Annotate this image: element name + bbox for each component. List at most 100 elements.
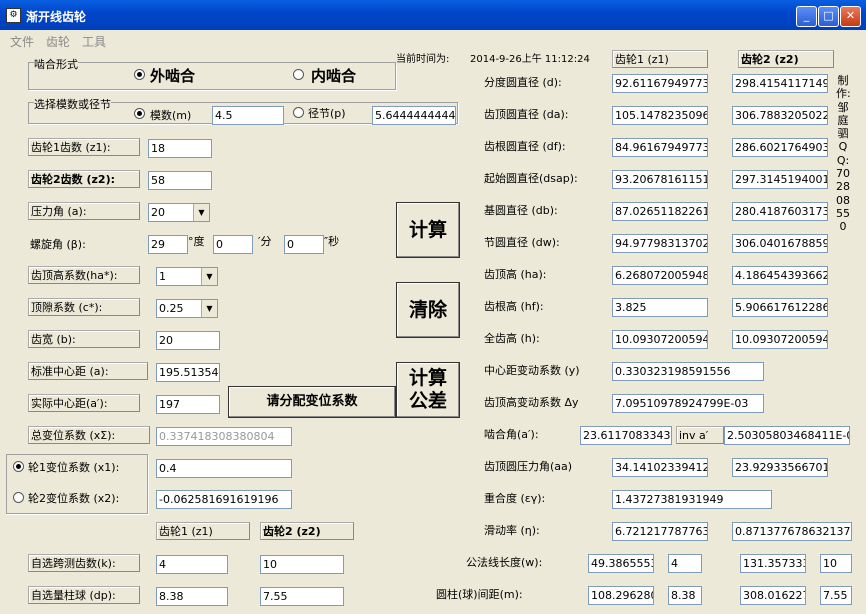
window-title: 渐开线齿轮	[26, 10, 87, 24]
menu-bar: 文件 齿轮 工具	[0, 30, 866, 50]
inv-label: inv a′	[676, 426, 724, 444]
start-dia-g1: 93.206781611517	[612, 170, 708, 189]
chevron-down-icon[interactable]: ▼	[201, 300, 217, 317]
x1-radio[interactable]	[13, 461, 24, 472]
x2-radio[interactable]	[13, 492, 24, 503]
diametral-pitch-input[interactable]: 5.6444444444	[372, 106, 456, 125]
helix-degree-input[interactable]: 29	[148, 235, 188, 254]
tip-pressure-g1: 34.141023394129	[612, 458, 708, 477]
outer-mesh-radio[interactable]	[134, 69, 145, 80]
base-tangent-k1: 4	[668, 554, 702, 573]
pressure-angle-label: 压力角 (a):	[28, 202, 140, 220]
module-input[interactable]: 4.5	[212, 106, 284, 125]
working-angle-label: 啮合角(a′):	[484, 426, 539, 442]
z1-input[interactable]: 18	[148, 139, 212, 158]
inner-mesh-radio[interactable]	[293, 69, 304, 80]
z2-label: 齿轮2齿数 (z2):	[28, 170, 140, 188]
base-tangent-g2: 131.357333	[740, 554, 806, 573]
ball-dia-g1[interactable]: 8.38	[156, 587, 228, 606]
base-tangent-label: 公法线长度(w):	[466, 554, 543, 570]
over-pin-dp1: 8.38	[668, 586, 702, 605]
diametral-pitch-radio[interactable]	[293, 107, 304, 118]
clearance-coef-select[interactable]: 0.25 ▼	[156, 299, 218, 318]
close-button[interactable]: ✕	[840, 6, 861, 27]
tip-dia-label: 齿顶圆直径 (da):	[484, 106, 569, 122]
dedendum-g1: 3.825	[612, 298, 708, 317]
x1-input[interactable]: 0.4	[156, 459, 292, 478]
pressure-angle-select[interactable]: 20 ▼	[148, 203, 210, 222]
minute-unit: ′分	[258, 233, 272, 249]
degree-unit: °度	[188, 233, 205, 249]
base-dia-g1: 87.026511822614	[612, 202, 708, 221]
face-width-input[interactable]: 20	[156, 331, 220, 350]
helix-minute-input[interactable]: 0	[213, 235, 253, 254]
chevron-down-icon[interactable]: ▼	[193, 204, 209, 221]
addendum-coef-value: 1	[159, 270, 166, 283]
minimize-button[interactable]: _	[796, 6, 817, 27]
ball-dia-label: 自选量柱球 (dp):	[28, 586, 140, 604]
menu-file[interactable]: 文件	[10, 33, 34, 50]
module-radio[interactable]	[134, 108, 145, 119]
base-dia-label: 基圆直径 (db):	[484, 202, 558, 218]
center-shift-label: 中心距变动系数 (y)	[484, 362, 580, 378]
tip-dia-g1: 105.14782350963	[612, 106, 708, 125]
pitch-dia-g1: 92.611679497738	[612, 74, 708, 93]
time-value: 2014-9-26上午 11:12:24	[470, 50, 590, 65]
start-dia-g2: 297.31451940017	[732, 170, 828, 189]
tip-dia-g2: 306.78832050226	[732, 106, 828, 125]
base-dia-g2: 280.41876031731	[732, 202, 828, 221]
over-pin-label: 圆柱(球)间距(m):	[436, 586, 523, 602]
root-dia-g1: 84.961679497738	[612, 138, 708, 157]
z1-label: 齿轮1齿数 (z1):	[28, 138, 140, 156]
act-center-input[interactable]: 197	[156, 395, 220, 414]
time-label: 当前时间为:	[396, 50, 450, 65]
chevron-down-icon[interactable]: ▼	[201, 268, 217, 285]
span-teeth-label: 自选跨测齿数(k):	[28, 554, 140, 572]
addendum-g1: 6.2680720059483	[612, 266, 708, 285]
whole-depth-g1: 10.093072005948	[612, 330, 708, 349]
clear-button[interactable]: 清除	[396, 282, 460, 338]
start-dia-label: 起始圆直径(dsap):	[484, 170, 578, 186]
bottom-gear1-header: 齿轮1 (z1)	[156, 522, 250, 540]
std-center-input[interactable]: 195.513545	[156, 363, 220, 382]
app-icon: ⚙	[6, 8, 21, 23]
x2-input[interactable]: -0.062581691619196	[156, 490, 292, 509]
base-tangent-g1: 49.3865553	[588, 554, 654, 573]
x2-label: 轮2变位系数 (x2):	[28, 490, 120, 506]
span-teeth-g1[interactable]: 4	[156, 555, 228, 574]
tolerance-line2: 公差	[408, 390, 447, 412]
working-dia-label: 节圆直径 (dw):	[484, 234, 560, 250]
assign-shift-button[interactable]: 请分配变位系数	[228, 386, 396, 418]
working-dia-g2: 306.04016788595	[732, 234, 828, 253]
module-label: 模数(m)	[150, 107, 192, 123]
z2-input[interactable]: 58	[148, 171, 212, 190]
menu-gear[interactable]: 齿轮	[46, 33, 70, 50]
addendum-coef-select[interactable]: 1 ▼	[156, 267, 218, 286]
tip-pressure-g2: 23.929335667016	[732, 458, 828, 477]
mesh-group-title: 啮合形式	[34, 56, 78, 72]
slip-ratio-g1: 6.7212177877635	[612, 522, 708, 541]
pressure-angle-value: 20	[151, 206, 165, 219]
helix-second-input[interactable]: 0	[284, 235, 324, 254]
tolerance-button[interactable]: 计算 公差	[396, 362, 460, 418]
title-bar: ⚙ 渐开线齿轮 _ □ ✕	[0, 0, 866, 30]
pitch-dia-label: 分度圆直径 (d):	[484, 74, 562, 90]
ball-dia-g2[interactable]: 7.55	[260, 587, 344, 606]
maximize-button[interactable]: □	[818, 6, 839, 27]
calculate-button[interactable]: 计算	[396, 202, 460, 258]
menu-tools[interactable]: 工具	[82, 33, 106, 50]
span-teeth-g2[interactable]: 10	[260, 555, 344, 574]
contact-ratio-value: 1.43727381931949	[612, 490, 772, 509]
slip-ratio-g2: 0.871377678632137	[732, 522, 852, 541]
x1-label: 轮1变位系数 (x1):	[28, 459, 120, 475]
diametral-pitch-label: 径节(p)	[308, 105, 346, 121]
over-pin-dp2: 7.55	[820, 586, 852, 605]
root-dia-g2: 286.60217649036	[732, 138, 828, 157]
addendum-shift-value: 7.09510978924799E-03	[612, 394, 764, 413]
total-shift-input[interactable]: 0.337418308380804	[156, 427, 292, 446]
addendum-shift-label: 齿顶高变动系数 Δy	[484, 394, 579, 410]
working-angle-value: 23.61170833431	[580, 426, 672, 445]
outer-mesh-label: 外啮合	[150, 65, 196, 86]
helix-angle-label: 螺旋角 (β):	[30, 236, 86, 252]
bottom-gear2-header: 齿轮2 (z2)	[260, 522, 354, 540]
